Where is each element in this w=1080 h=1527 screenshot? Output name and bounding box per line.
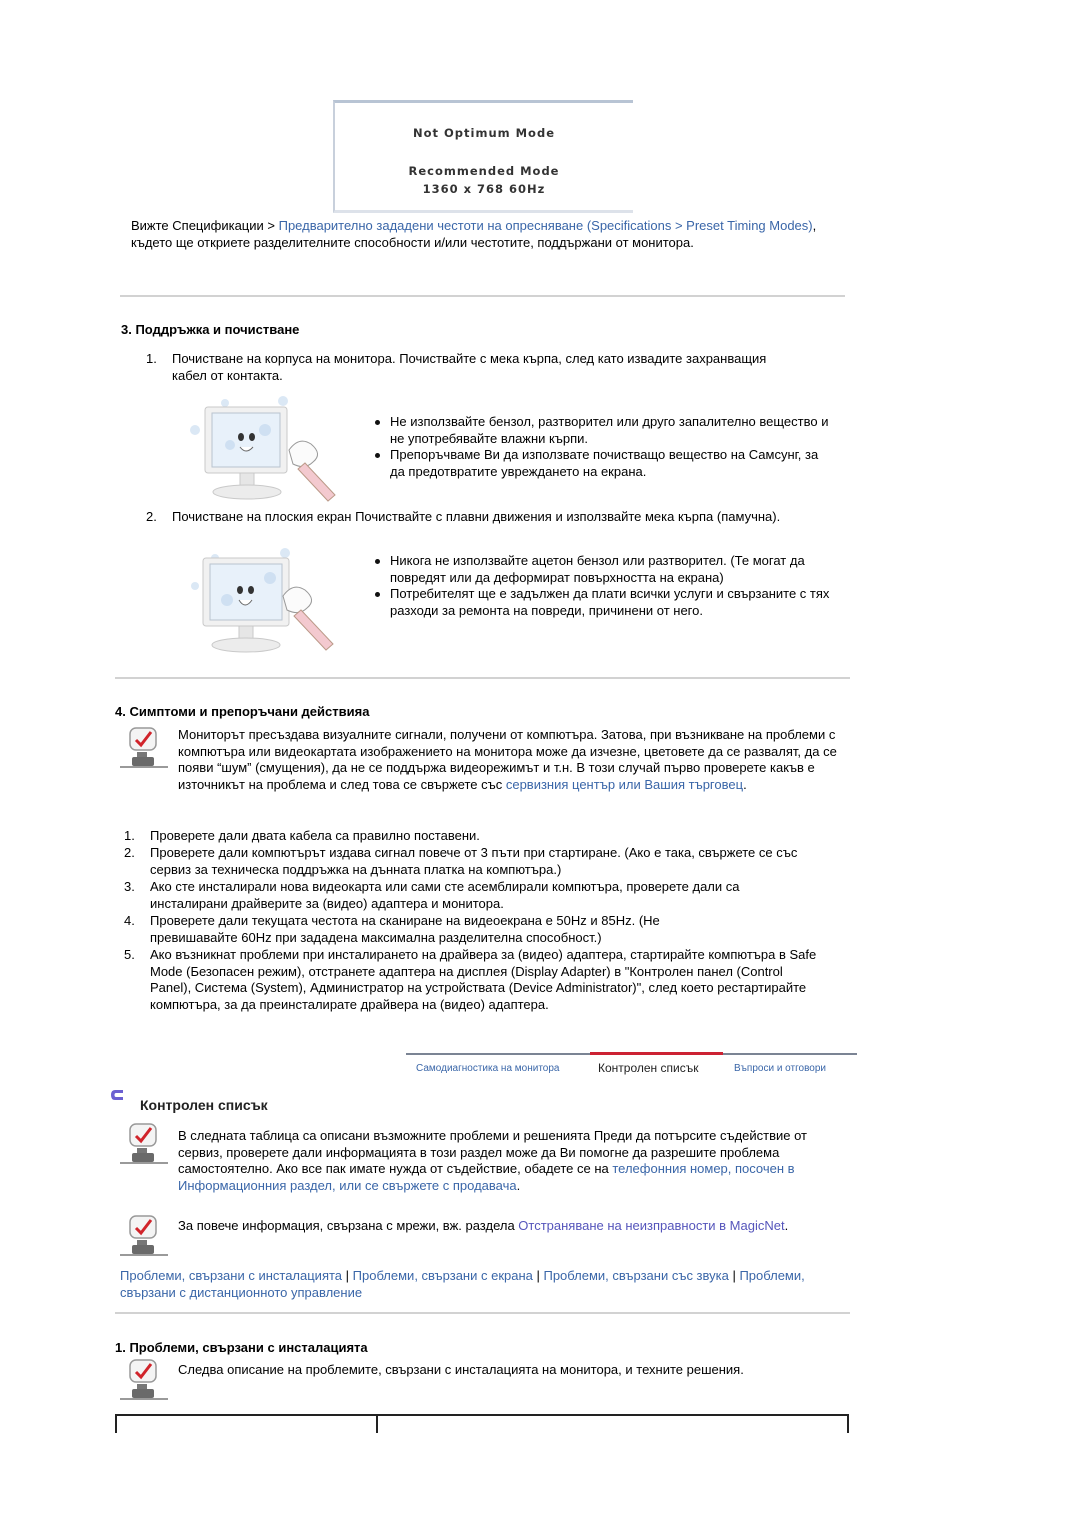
bullet-item: Никога не използвайте ацетон бензол или … <box>372 553 832 586</box>
step-item: 4. Проверете дали текущата честота на ск… <box>124 913 824 947</box>
installation-problems-link[interactable]: Проблеми, свързани с инсталацията <box>120 1268 342 1283</box>
table-right-border <box>847 1414 849 1433</box>
bullet-item: Не използвайте бензол, разтворител или д… <box>372 414 832 447</box>
note-icon <box>120 1122 168 1166</box>
osd-screenshot-image: Not Optimum Mode Recommended Mode 1360 x… <box>333 100 633 213</box>
sound-problems-link[interactable]: Проблеми, свързани със звука <box>543 1268 728 1283</box>
step-item: 1. Проверете дали двата кабела са правил… <box>124 828 824 845</box>
osd-line-resolution: 1360 x 768 60Hz <box>422 182 546 196</box>
screen-problems-link[interactable]: Проблеми, свързани с екрана <box>353 1268 533 1283</box>
magicnet-troubleshooting-link[interactable]: Отстраняване на неизправности в MagicNet <box>518 1218 784 1233</box>
item-text: Почистване на плоския екран Почиствайте … <box>172 509 781 524</box>
section-tabs: Самодиагностика на монитора Контролен сп… <box>406 1052 857 1083</box>
checklist-title: Контролен списък <box>140 1097 268 1113</box>
step-number: 4. <box>124 913 135 928</box>
step-text: Ако възникнат проблеми при инсталирането… <box>150 947 817 1012</box>
symptoms-note: Мониторът пресъздава визуалните сигнали,… <box>178 727 843 793</box>
installation-note: Следва описание на проблемите, свързани … <box>178 1362 744 1377</box>
installation-heading: 1. Проблеми, свързани с инсталацията <box>115 1340 368 1355</box>
section-bullet-icon <box>109 1088 127 1102</box>
spec-paragraph: Вижте Спецификации > Предварително задад… <box>131 218 821 251</box>
osd-line-recommended: Recommended Mode <box>408 164 560 178</box>
step-text: Ако сте инсталирали нова видеокарта или … <box>150 879 740 911</box>
spec-prefix: Вижте Спецификации > <box>131 218 279 233</box>
step-text: Проверете дали двата кабела са правилно … <box>150 828 480 843</box>
magicnet-note: За повече информация, свързана с мрежи, … <box>178 1218 828 1235</box>
link-separator: | <box>728 1268 740 1283</box>
step-number: 5. <box>124 947 135 962</box>
maintenance-item-1-bullets: Не използвайте бензол, разтворител или д… <box>372 414 832 480</box>
clean-screen-illustration <box>185 548 350 658</box>
table-left-border <box>115 1414 117 1433</box>
symptom-steps-list: 1. Проверете дали двата кабела са правил… <box>124 828 824 1031</box>
step-number: 1. <box>124 828 135 843</box>
problem-links: Проблеми, свързани с инсталацията | Проб… <box>120 1268 845 1301</box>
note-icon <box>120 1214 168 1258</box>
table-column-divider <box>376 1414 378 1433</box>
step-text: Проверете дали текущата честота на скани… <box>150 913 660 945</box>
note-icon <box>120 1358 168 1402</box>
link-separator: | <box>532 1268 544 1283</box>
osd-line-not-optimum: Not Optimum Mode <box>412 126 555 140</box>
divider <box>115 1312 850 1314</box>
clean-case-illustration <box>185 395 350 505</box>
step-text: Проверете дали компютърът издава сигнал … <box>150 845 798 877</box>
divider <box>115 677 850 679</box>
active-tab-indicator <box>590 1052 723 1055</box>
tab-checklist[interactable]: Контролен списък <box>598 1060 698 1077</box>
note-text: За повече информация, свързана с мрежи, … <box>178 1218 519 1233</box>
item-number: 1. <box>146 351 157 366</box>
bullet-item: Потребителят ще е задължен да плати всич… <box>372 586 832 619</box>
item-text: Почистване на корпуса на монитора. Почис… <box>172 351 767 383</box>
section-3-heading: 3. Поддръжка и почистване <box>121 322 300 337</box>
step-number: 3. <box>124 879 135 894</box>
checklist-intro-note: В следната таблица са описани възможните… <box>178 1128 843 1194</box>
note-icon <box>120 726 168 770</box>
section-4-heading: 4. Симптоми и препоръчани действияа <box>115 704 370 719</box>
note-end: . <box>784 1218 789 1233</box>
problems-table-top-border <box>115 1414 849 1416</box>
item-number: 2. <box>146 509 157 524</box>
step-item: 3. Ако сте инсталирали нова видеокарта и… <box>124 879 824 913</box>
step-number: 2. <box>124 845 135 860</box>
link-separator: | <box>342 1268 353 1283</box>
note-end: . <box>743 776 747 792</box>
service-center-link[interactable]: сервизния център или Вашия търговец <box>506 777 743 792</box>
step-item: 5. Ако възникнат проблеми при инсталиран… <box>124 947 824 1031</box>
bullet-item: Препоръчваме Ви да използвате почистващо… <box>372 447 832 480</box>
maintenance-item-2-bullets: Никога не използвайте ацетон бензол или … <box>372 553 832 619</box>
note-end: . <box>516 1177 521 1193</box>
step-item: 2. Проверете дали компютърът издава сигн… <box>124 845 824 879</box>
divider <box>120 295 845 297</box>
tab-self-diagnostics[interactable]: Самодиагностика на монитора <box>416 1061 560 1078</box>
tab-qa[interactable]: Въпроси и отговори <box>734 1061 826 1078</box>
preset-timing-modes-link[interactable]: Предварително зададени честоти на опресн… <box>279 218 813 233</box>
